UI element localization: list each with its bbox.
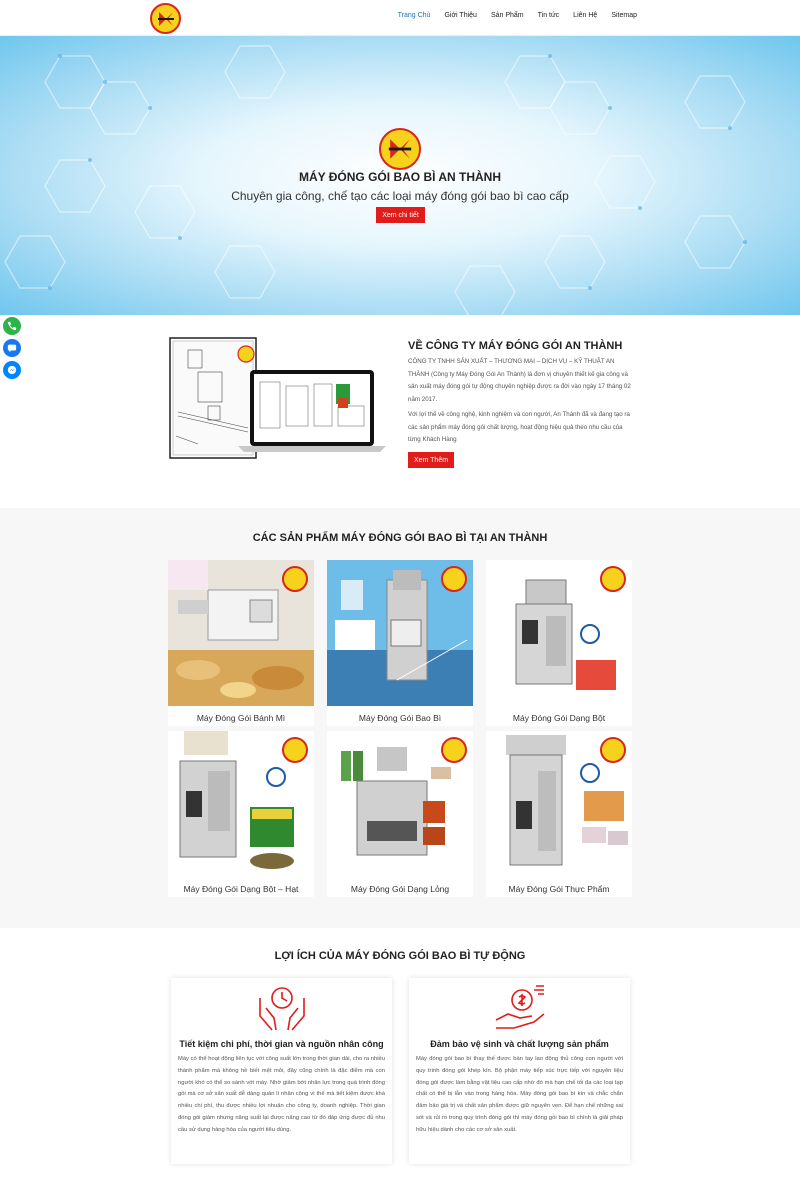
about-image	[168, 336, 388, 462]
brand-badge-icon	[441, 737, 467, 763]
logo-mark-icon	[388, 139, 412, 159]
zalo-icon[interactable]	[3, 339, 21, 357]
product-name: Máy Đóng Gói Dạng Bột	[512, 713, 606, 723]
hands-clock-icon	[259, 987, 305, 1031]
product-card-dang-bot[interactable]: Máy Đóng Gói Dạng Bột	[486, 560, 632, 726]
benefit-card-cost: Tiết kiệm chi phí, thời gian và nguồn nh…	[171, 978, 392, 1164]
about-title: VỀ CÔNG TY MÁY ĐÓNG GÓI AN THÀNH	[408, 340, 623, 352]
logo-mark-icon	[157, 11, 174, 26]
brand-badge-icon	[600, 566, 626, 592]
brand-badge-icon	[282, 566, 308, 592]
benefit-card-hygiene: Đảm bảo vệ sinh và chất lượng sản phẩm M…	[409, 978, 630, 1164]
site-logo[interactable]	[150, 3, 181, 34]
product-name: Máy Đóng Gói Dạng Bột – Hạt	[183, 884, 299, 894]
about-more-button[interactable]: Xem Thêm	[408, 452, 454, 468]
product-card-banh-mi[interactable]: Máy Đóng Gói Bánh Mì	[168, 560, 314, 726]
benefit-text: Máy đóng gói bao bì thay thế được bàn ta…	[416, 1056, 623, 1133]
main-nav: Trang Chủ Giới Thiệu Sản Phẩm Tin tức Li…	[391, 0, 644, 30]
product-name: Máy Đóng Gói Bao Bì	[358, 713, 442, 723]
product-card-bao-bi[interactable]: Máy Đóng Gói Bao Bì	[327, 560, 473, 726]
about-paragraph-1: CÔNG TY TNHH SẢN XUẤT – THƯƠNG MẠI – DỊC…	[408, 358, 631, 403]
nav-item-home[interactable]: Trang Chủ	[391, 12, 438, 19]
product-card-dang-bot-hat[interactable]: Máy Đóng Gói Dạng Bột – Hạt	[168, 731, 314, 897]
product-name: Máy Đóng Gói Bánh Mì	[196, 713, 286, 723]
product-card-dang-long[interactable]: Máy Đóng Gói Dạng Lỏng	[327, 731, 473, 897]
floating-contact-bar	[3, 317, 21, 379]
brand-badge-icon	[600, 737, 626, 763]
nav-item-contact[interactable]: Liên Hệ	[566, 12, 604, 19]
hero-banner: MÁY ĐÓNG GÓI BAO BÌ AN THÀNH Chuyên gia …	[0, 36, 800, 315]
hero-subtitle: Chuyên gia công, chế tạo các loại máy đó…	[231, 189, 569, 203]
hand-money-icon	[495, 985, 545, 1029]
products-title: CÁC SẢN PHẨM MÁY ĐÓNG GÓI BAO BÌ TẠI AN …	[252, 532, 548, 544]
messenger-icon[interactable]	[3, 361, 21, 379]
product-name: Máy Đóng Gói Dạng Lỏng	[350, 884, 450, 894]
nav-item-about[interactable]: Giới Thiệu	[437, 12, 483, 19]
brand-badge-icon	[441, 566, 467, 592]
hero-title: MÁY ĐÓNG GÓI BAO BÌ AN THÀNH	[298, 170, 501, 184]
phone-icon[interactable]	[3, 317, 21, 335]
benefit-title: Tiết kiệm chi phí, thời gian và nguồn nh…	[179, 1039, 384, 1049]
benefit-title: Đảm bảo vệ sinh và chất lượng sản phẩm	[430, 1039, 609, 1049]
product-card-thuc-pham[interactable]: Máy Đóng Gói Thực Phẩm	[486, 731, 632, 897]
about-paragraph-2: Với lợi thế về công nghệ, kinh nghiệm và…	[408, 411, 630, 443]
nav-item-products[interactable]: Sản Phẩm	[484, 12, 531, 19]
site-header: Trang Chủ Giới Thiệu Sản Phẩm Tin tức Li…	[0, 0, 800, 36]
product-name: Máy Đóng Gói Thực Phẩm	[508, 884, 610, 894]
hero-detail-button[interactable]: Xem chi tiết	[376, 207, 425, 223]
products-section: CÁC SẢN PHẨM MÁY ĐÓNG GÓI BAO BÌ TẠI AN …	[0, 508, 800, 928]
hero-logo	[379, 128, 421, 170]
nav-item-sitemap[interactable]: Sitemap	[604, 12, 644, 19]
nav-item-news[interactable]: Tin tức	[531, 12, 567, 19]
benefits-title: LỢI ÍCH CỦA MÁY ĐÓNG GÓI BAO BÌ TỰ ĐỘNG	[274, 950, 526, 962]
brand-badge-icon	[282, 737, 308, 763]
benefit-text: Máy có thể hoạt động liên tục với công s…	[178, 1056, 385, 1133]
